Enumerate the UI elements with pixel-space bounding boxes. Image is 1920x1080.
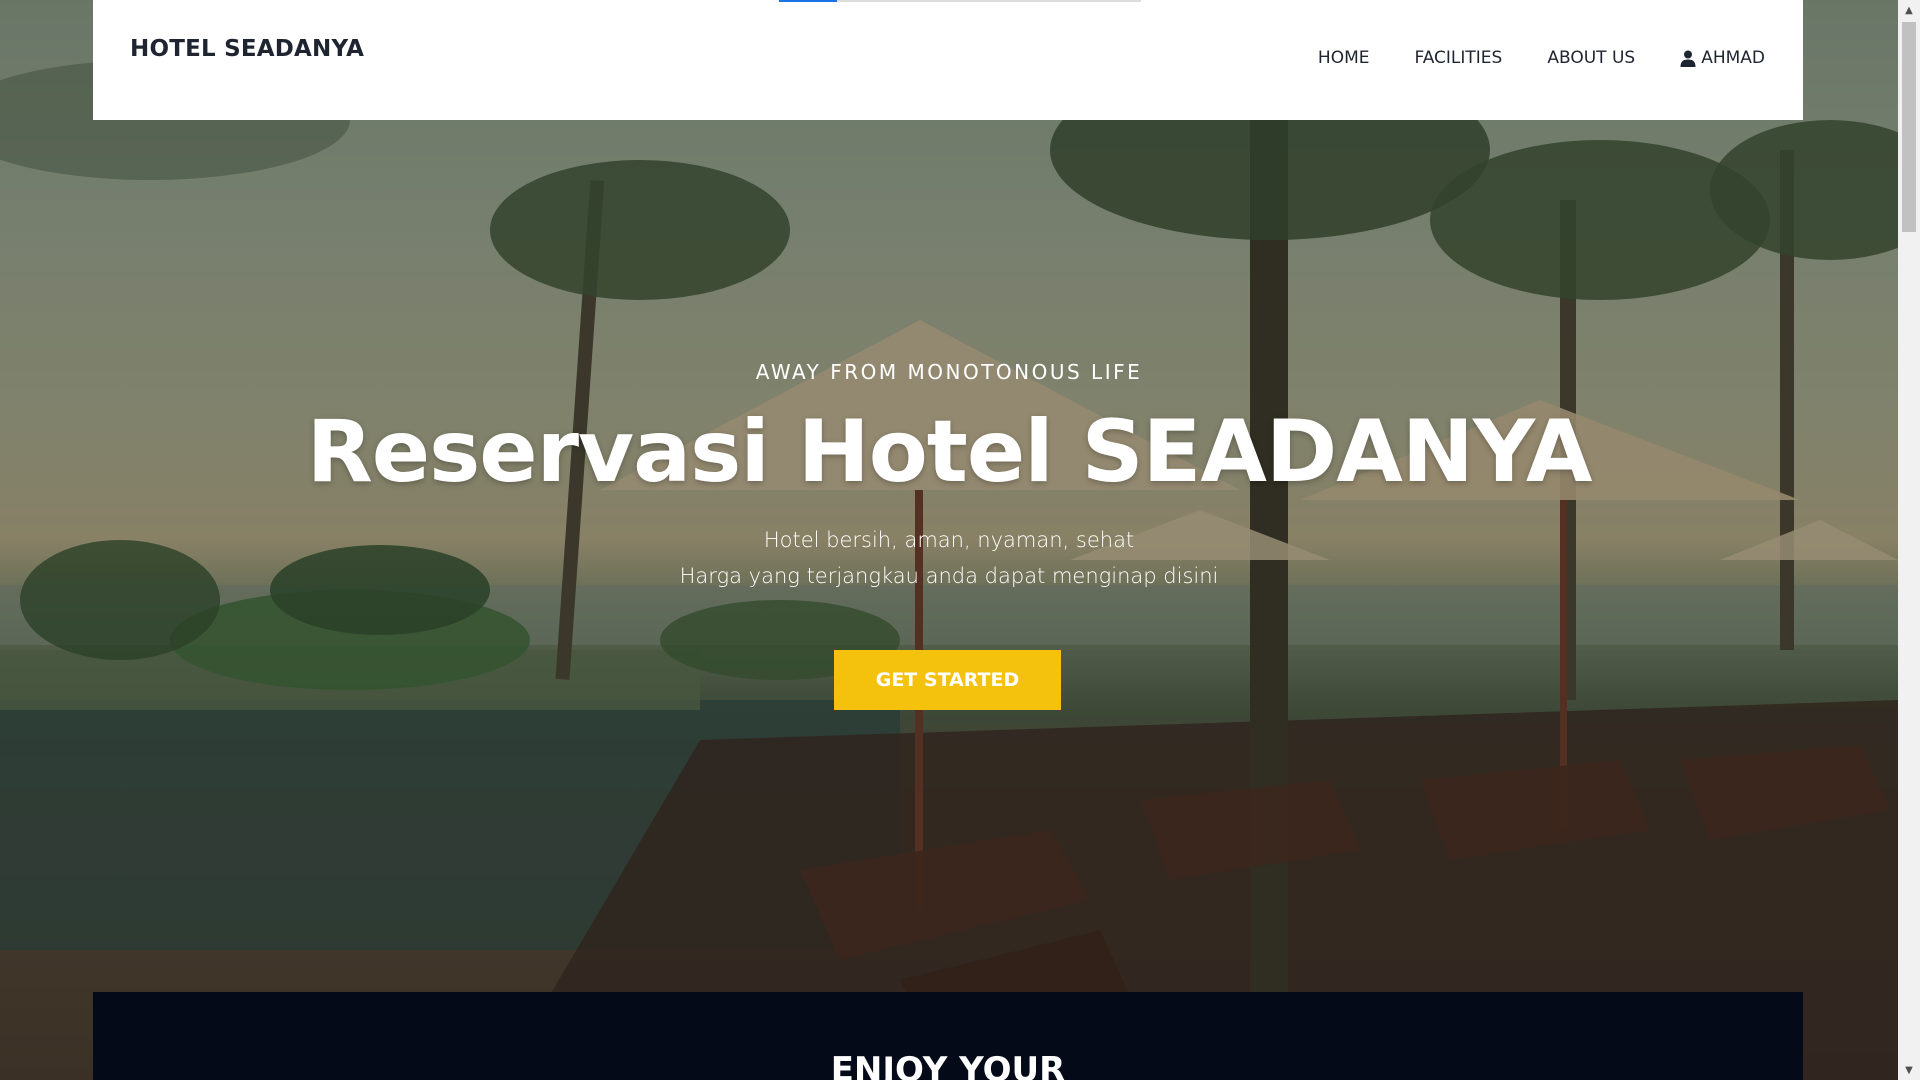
nav-facilities[interactable]: FACILITIES — [1414, 48, 1502, 68]
site-header: HOTEL SEADANYA HOME FACILITIES ABOUT US … — [93, 0, 1803, 120]
user-icon — [1680, 50, 1696, 67]
main-nav: HOME FACILITIES ABOUT US AHMAD — [1318, 48, 1765, 68]
enjoy-section: ENJOY YOUR — [93, 992, 1803, 1080]
brand-logo[interactable]: HOTEL SEADANYA — [130, 36, 364, 62]
hero-subline-2: Harga yang terjangkau anda dapat mengina… — [679, 564, 1219, 588]
nav-about-us-label: ABOUT US — [1547, 48, 1636, 68]
nav-home-label: HOME — [1317, 48, 1370, 68]
hero-subline-1: Hotel bersih, aman, nyaman, sehat — [763, 528, 1135, 552]
scrollbar-thumb[interactable] — [1902, 22, 1916, 232]
nav-about-us[interactable]: ABOUT US — [1547, 48, 1635, 68]
hero-headline: Reservasi Hotel SEADANYA — [306, 402, 1593, 502]
get-started-button[interactable]: GET STARTED — [834, 650, 1061, 710]
nav-home[interactable]: HOME — [1318, 48, 1370, 68]
hero-section: AWAY FROM MONOTONOUS LIFE Reservasi Hote… — [0, 120, 1898, 992]
enjoy-section-title: ENJOY YOUR — [830, 1050, 1066, 1080]
page-loading-bar-fill — [779, 0, 837, 2]
nav-user-account[interactable]: AHMAD — [1680, 48, 1765, 68]
scroll-up-arrow-icon[interactable]: ▲ — [1898, 0, 1920, 20]
page-loading-bar — [779, 0, 1141, 2]
scroll-down-arrow-icon[interactable]: ▼ — [1898, 1060, 1920, 1080]
nav-user-name: AHMAD — [1701, 48, 1765, 68]
page-scrollbar[interactable]: ▲ ▼ — [1898, 0, 1920, 1080]
hero-eyebrow: AWAY FROM MONOTONOUS LIFE — [755, 360, 1143, 384]
nav-facilities-label: FACILITIES — [1414, 48, 1503, 68]
